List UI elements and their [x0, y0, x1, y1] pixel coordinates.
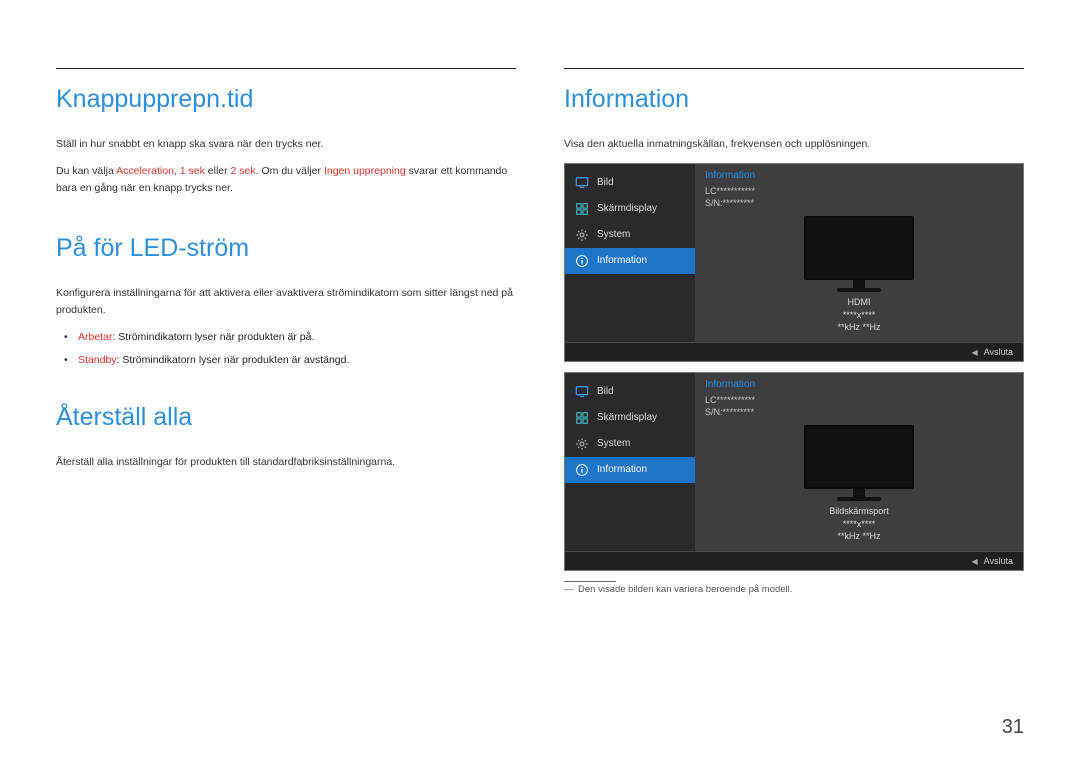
monitor-icon [575, 176, 589, 190]
section-rule [564, 68, 1024, 69]
osd-item-information: Information [565, 457, 695, 483]
heading-aterstall-alla: Återställ alla [56, 403, 516, 432]
monitor-illustration [804, 425, 914, 501]
osd-menu-screenshot-1: Bild Skärmdisplay System [564, 163, 1024, 362]
osd-item-system: System [565, 222, 695, 248]
option-ingen-upprepning: Ingen upprepning [324, 165, 406, 177]
osd-item-label: System [597, 229, 630, 240]
option-arbetar: Arbetar [78, 331, 112, 343]
text-fragment: . Om du väljer [256, 165, 324, 177]
osd-panel-title: Information [705, 170, 1013, 181]
osd-item-label: Skärmdisplay [597, 412, 657, 423]
two-column-layout: Knappupprepn.tid Ställ in hur snabbt en … [56, 68, 1024, 595]
triangle-left-icon: ◀ [971, 348, 977, 357]
osd-model: LC*********** [705, 395, 755, 405]
osd-spec-frequency: **kHz **Hz [837, 322, 880, 332]
osd-model: LC*********** [705, 186, 755, 196]
osd-item-skarmdisplay: Skärmdisplay [565, 196, 695, 222]
gear-icon [575, 437, 589, 451]
text-fragment: : Strömindikatorn lyser när produkten är… [112, 331, 314, 343]
osd-menu-screenshot-2: Bild Skärmdisplay System [564, 372, 1024, 571]
osd-serial: S/N:********* [705, 407, 754, 417]
osd-preview: Bildskärmsport ****x**** **kHz **Hz [705, 425, 1013, 543]
gear-icon [575, 228, 589, 242]
body-text: Du kan välja Acceleration, 1 sek eller 2… [56, 163, 516, 197]
option-2sek: 2 sek [231, 165, 256, 177]
osd-spec-lines: HDMI ****x**** **kHz **Hz [837, 296, 880, 334]
osd-spec-lines: Bildskärmsport ****x**** **kHz **Hz [829, 505, 889, 543]
text-fragment: : Strömindikatorn lyser när produkten är… [117, 354, 350, 366]
osd-spec-source: HDMI [847, 297, 870, 307]
osd-spec-resolution: ****x**** [843, 310, 876, 320]
osd-item-label: Information [597, 464, 647, 475]
osd-exit-label: Avsluta [984, 347, 1013, 357]
osd-item-label: System [597, 438, 630, 449]
left-column: Knappupprepn.tid Ställ in hur snabbt en … [56, 68, 516, 595]
osd-footer: ◀ Avsluta [565, 551, 1023, 570]
footnote: ― Den visade bilden kan variera beroende… [564, 584, 1024, 595]
right-column: Information Visa den aktuella inmatnings… [564, 68, 1024, 595]
heading-knappupprepn: Knappupprepn.tid [56, 85, 516, 114]
option-acceleration: Acceleration [116, 165, 174, 177]
body-text: Konfigurera inställningarna för att akti… [56, 285, 516, 319]
body-text: Visa den aktuella inmatningskällan, frek… [564, 136, 1024, 153]
heading-information: Information [564, 85, 1024, 114]
grid-icon [575, 202, 589, 216]
osd-model-serial: LC*********** S/N:********* [705, 185, 1013, 210]
osd-item-information: Information [565, 248, 695, 274]
page-number: 31 [1002, 716, 1024, 739]
osd-sidebar: Bild Skärmdisplay System [565, 373, 695, 551]
monitor-icon [575, 385, 589, 399]
osd-item-skarmdisplay: Skärmdisplay [565, 405, 695, 431]
section-rule [56, 68, 516, 69]
option-1sek: 1 sek [180, 165, 205, 177]
footnote-rule [564, 581, 616, 582]
monitor-illustration [804, 216, 914, 292]
osd-item-system: System [565, 431, 695, 457]
body-text: Ställ in hur snabbt en knapp ska svara n… [56, 136, 516, 153]
heading-pa-for-led-strom: På för LED-ström [56, 234, 516, 263]
osd-exit-label: Avsluta [984, 556, 1013, 566]
bullet-list: Arbetar: Strömindikatorn lyser när produ… [56, 329, 516, 369]
osd-item-label: Bild [597, 386, 614, 397]
osd-spec-source: Bildskärmsport [829, 506, 889, 516]
osd-item-label: Bild [597, 177, 614, 188]
osd-preview: HDMI ****x**** **kHz **Hz [705, 216, 1013, 334]
osd-item-bild: Bild [565, 379, 695, 405]
footnote-dash: ― [564, 584, 574, 595]
osd-spec-frequency: **kHz **Hz [837, 531, 880, 541]
option-standby: Standby [78, 354, 117, 366]
triangle-left-icon: ◀ [971, 557, 977, 566]
info-icon [575, 463, 589, 477]
osd-sidebar: Bild Skärmdisplay System [565, 164, 695, 342]
info-icon [575, 254, 589, 268]
osd-item-bild: Bild [565, 170, 695, 196]
osd-main-panel: Information LC*********** S/N:********* … [695, 373, 1023, 551]
list-item: Standby: Strömindikatorn lyser när produ… [64, 352, 516, 369]
osd-model-serial: LC*********** S/N:********* [705, 394, 1013, 419]
osd-spec-resolution: ****x**** [843, 519, 876, 529]
osd-item-label: Information [597, 255, 647, 266]
osd-main-panel: Information LC*********** S/N:********* … [695, 164, 1023, 342]
text-fragment: Du kan välja [56, 165, 116, 177]
osd-item-label: Skärmdisplay [597, 203, 657, 214]
grid-icon [575, 411, 589, 425]
osd-panel-title: Information [705, 379, 1013, 390]
body-text: Återställ alla inställningar för produkt… [56, 454, 516, 471]
osd-footer: ◀ Avsluta [565, 342, 1023, 361]
list-item: Arbetar: Strömindikatorn lyser när produ… [64, 329, 516, 346]
footnote-text: Den visade bilden kan variera beroende p… [578, 584, 792, 595]
text-fragment: eller [205, 165, 231, 177]
osd-serial: S/N:********* [705, 198, 754, 208]
